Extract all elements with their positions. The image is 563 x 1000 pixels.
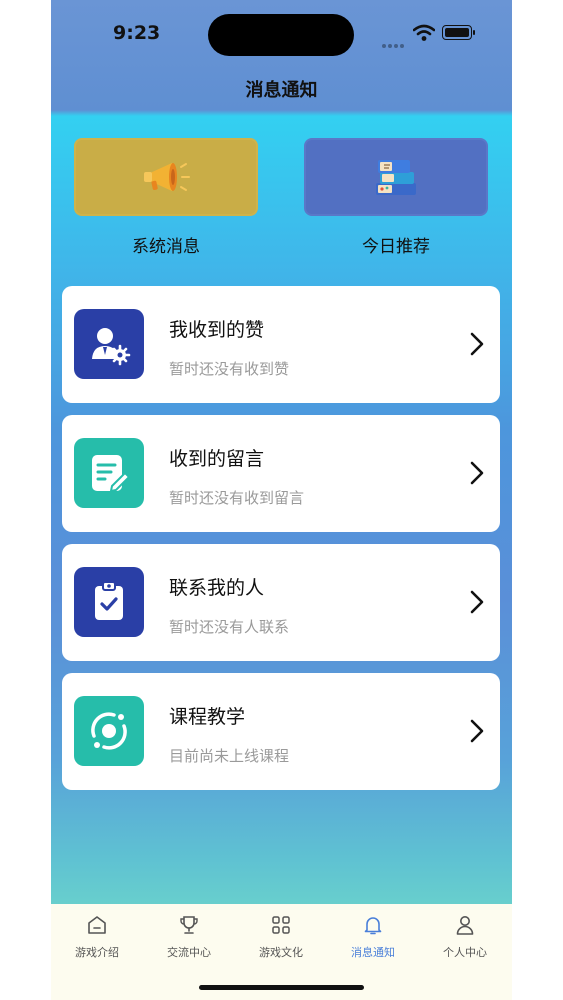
card-subtitle: 目前尚未上线课程 [169, 747, 290, 765]
tab-label: 游戏文化 [259, 946, 303, 959]
card-title: 我收到的赞 [169, 319, 265, 341]
card-subtitle: 暂时还没有收到留言 [169, 489, 305, 507]
contacts-card[interactable]: 联系我的人 暂时还没有人联系 [62, 544, 500, 661]
megaphone-icon [144, 163, 190, 191]
clipboard-check-icon [74, 567, 144, 637]
person-icon [456, 916, 474, 935]
card-title: 课程教学 [169, 706, 246, 728]
home-icon [88, 916, 106, 934]
grid-icon [272, 916, 290, 934]
bell-icon [364, 917, 382, 935]
card-title: 联系我的人 [169, 577, 265, 599]
note-edit-icon [74, 438, 144, 508]
battery-icon [442, 25, 475, 40]
chevron-right-icon [470, 332, 484, 356]
course-teaching-card[interactable]: 课程教学 目前尚未上线课程 [62, 673, 500, 790]
dynamic-island [208, 14, 354, 56]
chevron-right-icon [470, 590, 484, 614]
today-recommend-label: 今日推荐 [362, 237, 430, 257]
system-messages-label: 系统消息 [132, 237, 200, 257]
tab-game-intro[interactable]: 游戏介绍 [51, 904, 143, 974]
card-subtitle: 暂时还没有人联系 [169, 618, 290, 636]
tab-label: 游戏介绍 [75, 946, 119, 959]
cellular-signal-icon [382, 33, 406, 52]
tab-exchange-center[interactable]: 交流中心 [143, 904, 235, 974]
tab-personal-center[interactable]: 个人中心 [419, 904, 511, 974]
phone-screen: 9:23 消息通知 系统消息 今日推荐 我收到的赞 暂时还没有收到赞 收到的留言… [51, 0, 512, 1000]
tab-label: 消息通知 [351, 946, 395, 959]
home-indicator [199, 985, 364, 990]
orbit-icon [74, 696, 144, 766]
chevron-right-icon [470, 719, 484, 743]
status-time: 9:23 [113, 22, 161, 44]
page-title: 消息通知 [245, 80, 318, 101]
card-title: 收到的留言 [169, 448, 265, 470]
card-subtitle: 暂时还没有收到赞 [169, 360, 290, 378]
status-bar: 9:23 [51, 0, 512, 70]
tab-game-culture[interactable]: 游戏文化 [235, 904, 327, 974]
system-messages-button[interactable] [74, 138, 258, 216]
trophy-icon [180, 916, 198, 934]
likes-received-card[interactable]: 我收到的赞 暂时还没有收到赞 [62, 286, 500, 403]
tab-label: 交流中心 [167, 946, 211, 959]
user-settings-icon [74, 309, 144, 379]
chevron-right-icon [470, 461, 484, 485]
tab-label: 个人中心 [443, 946, 487, 959]
tab-notifications[interactable]: 消息通知 [327, 904, 419, 974]
wifi-icon [413, 24, 435, 41]
books-icon [376, 160, 416, 195]
messages-received-card[interactable]: 收到的留言 暂时还没有收到留言 [62, 415, 500, 532]
today-recommend-button[interactable] [304, 138, 488, 216]
